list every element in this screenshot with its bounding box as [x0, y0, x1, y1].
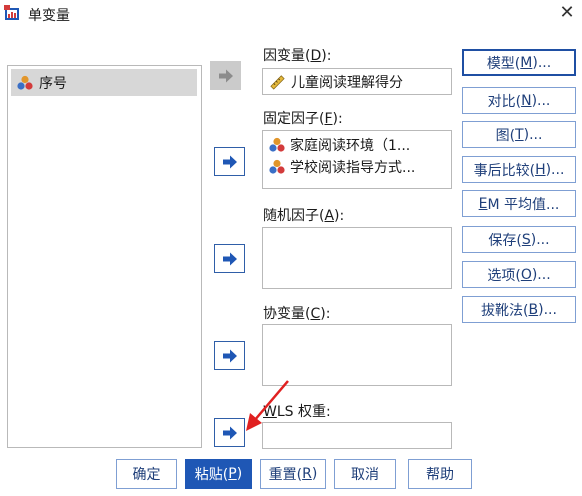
ok-button[interactable]: 确定	[116, 459, 177, 489]
nominal-variable-icon	[269, 137, 285, 153]
model-button[interactable]: 模型(M)...	[462, 49, 576, 76]
dependent-variable-label: 因变量(D):	[263, 48, 332, 64]
fixed-factor-list[interactable]: 家庭阅读环境（1... 学校阅读指导方式...	[262, 130, 452, 189]
right-arrow-icon	[222, 426, 238, 440]
move-to-dependent-button[interactable]	[210, 61, 241, 90]
options-button[interactable]: 选项(O)...	[462, 261, 576, 288]
bootstrap-button[interactable]: 拔靴法(B)...	[462, 296, 576, 323]
dependent-variable-value: 儿童阅读理解得分	[291, 74, 403, 91]
post-hoc-button[interactable]: 事后比较(H)...	[462, 156, 576, 183]
paste-button[interactable]: 粘贴(P)	[185, 459, 252, 489]
fixed-factor-label: 固定因子(F):	[263, 111, 343, 127]
list-item[interactable]: 序号	[11, 69, 197, 96]
move-to-covariate-button[interactable]	[214, 341, 245, 370]
close-icon: ✕	[559, 2, 575, 23]
right-arrow-icon	[218, 69, 234, 83]
source-variable-list[interactable]: 序号	[7, 65, 202, 448]
annotation-arrow-icon	[246, 380, 289, 431]
em-means-button[interactable]: EM 平均值...	[462, 190, 576, 217]
ruler-scale-icon	[269, 73, 286, 90]
nominal-variable-icon	[17, 75, 33, 91]
plots-button[interactable]: 图(T)...	[462, 121, 576, 148]
cancel-button[interactable]: 取消	[334, 459, 396, 489]
close-button[interactable]: ✕	[556, 2, 578, 24]
move-to-fixed-factor-button[interactable]	[214, 147, 245, 176]
reset-button[interactable]: 重置(R)	[260, 459, 326, 489]
list-item[interactable]: 学校阅读指导方式...	[263, 156, 451, 178]
app-icon	[4, 5, 22, 22]
right-arrow-icon	[222, 155, 238, 169]
move-to-random-factor-button[interactable]	[214, 244, 245, 273]
save-button[interactable]: 保存(S)...	[462, 226, 576, 253]
random-factor-label: 随机因子(A):	[263, 208, 345, 224]
random-factor-list[interactable]	[262, 227, 452, 289]
covariate-label: 协变量(C):	[263, 306, 331, 322]
dependent-variable-field[interactable]: 儿童阅读理解得分	[262, 68, 452, 95]
help-button[interactable]: 帮助	[408, 459, 472, 489]
list-item[interactable]: 家庭阅读环境（1...	[263, 134, 451, 156]
variable-label: 序号	[39, 75, 67, 92]
right-arrow-icon	[222, 252, 238, 266]
window-title: 单变量	[28, 8, 70, 24]
nominal-variable-icon	[269, 159, 285, 175]
contrast-button[interactable]: 对比(N)...	[462, 87, 576, 114]
right-arrow-icon	[222, 349, 238, 363]
